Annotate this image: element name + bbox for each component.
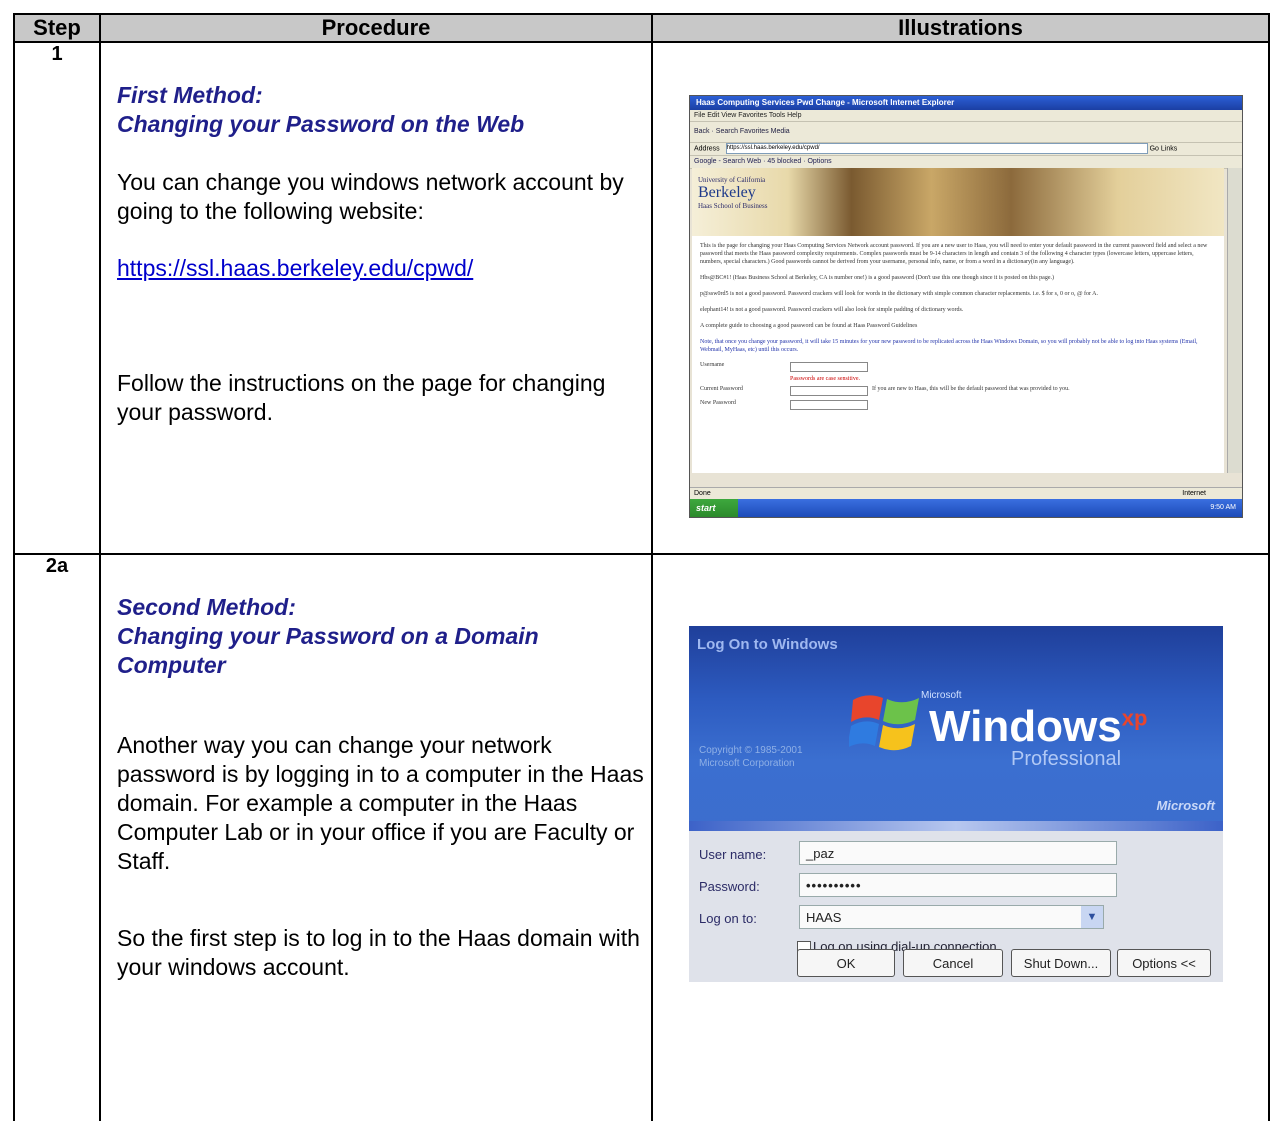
- berkeley-logo: University of California Berkeley Haas S…: [698, 176, 767, 210]
- windows-wordmark: Windowsxp: [929, 702, 1147, 752]
- logon-title: Log On to Windows: [697, 636, 838, 653]
- ok-button: OK: [797, 949, 895, 977]
- password-label: Password:: [699, 879, 760, 894]
- password-field: ••••••••••: [799, 873, 1117, 897]
- password-form: Username Passwords are case sensitive. C…: [692, 362, 1224, 414]
- page-text: This is the page for changing your Haas …: [692, 236, 1224, 354]
- browser-page: University of California Berkeley Haas S…: [692, 168, 1224, 473]
- header-illustrations: Illustrations: [651, 13, 1270, 43]
- copyright-text: Copyright © 1985-2001 Microsoft Corporat…: [699, 744, 803, 770]
- browser-status-bar: Done Internet: [690, 487, 1242, 499]
- browser-menu-bar: File Edit View Favorites Tools Help: [690, 110, 1242, 122]
- paragraph: https://ssl.haas.berkeley.edu/cpwd/: [117, 254, 651, 283]
- form-input: [790, 400, 868, 410]
- heading-line: Second Method:: [117, 594, 296, 620]
- form-label: New Password: [700, 400, 736, 406]
- taskbar: start 9:50 AM: [690, 499, 1242, 517]
- logon-screenshot: Log On to Windows Microsoft Windowsxp Pr…: [689, 626, 1223, 982]
- page-paragraph: elephant14! is not a good password. Pass…: [700, 307, 964, 313]
- tray-clock: 9:50 AM: [1210, 504, 1236, 511]
- heading-line: First Method:: [117, 82, 263, 108]
- form-input: [790, 386, 868, 396]
- procedure-cell: First Method: Changing your Password on …: [99, 41, 653, 555]
- user-name-label: User name:: [699, 847, 767, 862]
- options-button: Options <<: [1117, 949, 1211, 977]
- address-input: https://ssl.haas.berkeley.edu/cpwd/: [725, 143, 1148, 154]
- logo-text: Berkeley: [698, 184, 756, 201]
- logo-text: University of California: [698, 176, 766, 184]
- header-row: Step Procedure Illustrations: [13, 13, 1270, 43]
- step-cell: 1: [13, 41, 101, 555]
- links-label: Links: [1160, 145, 1178, 153]
- form-label: Current Password: [700, 386, 743, 392]
- header-procedure: Procedure: [99, 13, 653, 43]
- address-label: Address: [694, 145, 720, 153]
- page-paragraph: Note, that once you change your password…: [700, 339, 1198, 353]
- form-input: [790, 362, 868, 372]
- copyright-line: Copyright © 1985-2001: [699, 745, 803, 756]
- go-button: Go: [1149, 145, 1159, 153]
- procedure-cell: Second Method: Changing your Password on…: [99, 553, 653, 1121]
- windows-text: Windows: [929, 702, 1122, 751]
- page-paragraph: Hbs@BC#1! (Haas Business School at Berke…: [700, 275, 1055, 281]
- domain-value: HAAS: [806, 910, 842, 925]
- method-heading: First Method: Changing your Password on …: [117, 81, 651, 139]
- form-note: If you are new to Haas, this will be the…: [872, 386, 1070, 392]
- page-paragraph: A complete guide to choosing a good pass…: [700, 323, 918, 329]
- status-text: Done: [694, 490, 711, 497]
- logo-text: Haas School of Business: [698, 202, 768, 210]
- paragraph: You can change you windows network accou…: [117, 169, 624, 224]
- heading-line: Changing your Password on the Web: [117, 111, 525, 137]
- step-number: 2a: [45, 555, 69, 577]
- browser-toolbar: Back · Search Favorites Media: [690, 122, 1242, 143]
- page-paragraph: This is the page for changing your Haas …: [700, 243, 1208, 265]
- paragraph: Follow the instructions on the page for …: [117, 370, 606, 425]
- haas-banner: University of California Berkeley Haas S…: [692, 168, 1224, 236]
- password-link[interactable]: https://ssl.haas.berkeley.edu/cpwd/: [117, 255, 473, 281]
- step-number: 1: [51, 43, 63, 65]
- start-button: start: [690, 499, 738, 517]
- cancel-button: Cancel: [903, 949, 1003, 977]
- form-label: Username: [700, 362, 725, 368]
- windows-flag-icon: [849, 695, 919, 751]
- chevron-down-icon: ▼: [1081, 906, 1103, 928]
- paragraph: Another way you can change your network …: [117, 732, 644, 874]
- page-paragraph: p@ssw0rd5 is not a good password. Passwo…: [700, 291, 1098, 297]
- heading-line: Changing your Password on a Domain Compu…: [117, 623, 539, 678]
- microsoft-small-text: Microsoft: [921, 690, 962, 701]
- browser-screenshot: Haas Computing Services Pwd Change - Mic…: [689, 95, 1243, 518]
- paragraph: So the first step is to log in to the Ha…: [117, 925, 640, 980]
- log-on-to-label: Log on to:: [699, 911, 757, 926]
- method-heading: Second Method: Changing your Password on…: [117, 593, 651, 680]
- log-on-to-select: HAAS ▼: [799, 905, 1104, 929]
- xp-text: xp: [1121, 705, 1148, 731]
- form-note: Passwords are case sensitive.: [790, 376, 860, 382]
- browser-scrollbar: [1227, 168, 1242, 473]
- step-cell: 2a: [13, 553, 101, 1121]
- logon-divider: [689, 821, 1223, 831]
- shut-down-button: Shut Down...: [1011, 949, 1111, 977]
- status-zone: Internet: [1182, 490, 1206, 497]
- header-step: Step: [13, 13, 101, 43]
- professional-text: Professional: [1011, 748, 1122, 770]
- copyright-line: Microsoft Corporation: [699, 758, 795, 769]
- browser-address-bar: Address https://ssl.haas.berkeley.edu/cp…: [690, 143, 1242, 156]
- user-name-field: _paz: [799, 841, 1117, 865]
- logon-form: User name: _paz Password: •••••••••• Log…: [689, 831, 1223, 982]
- microsoft-logo: Microsoft: [1156, 798, 1216, 813]
- browser-title-bar: Haas Computing Services Pwd Change - Mic…: [690, 96, 1242, 110]
